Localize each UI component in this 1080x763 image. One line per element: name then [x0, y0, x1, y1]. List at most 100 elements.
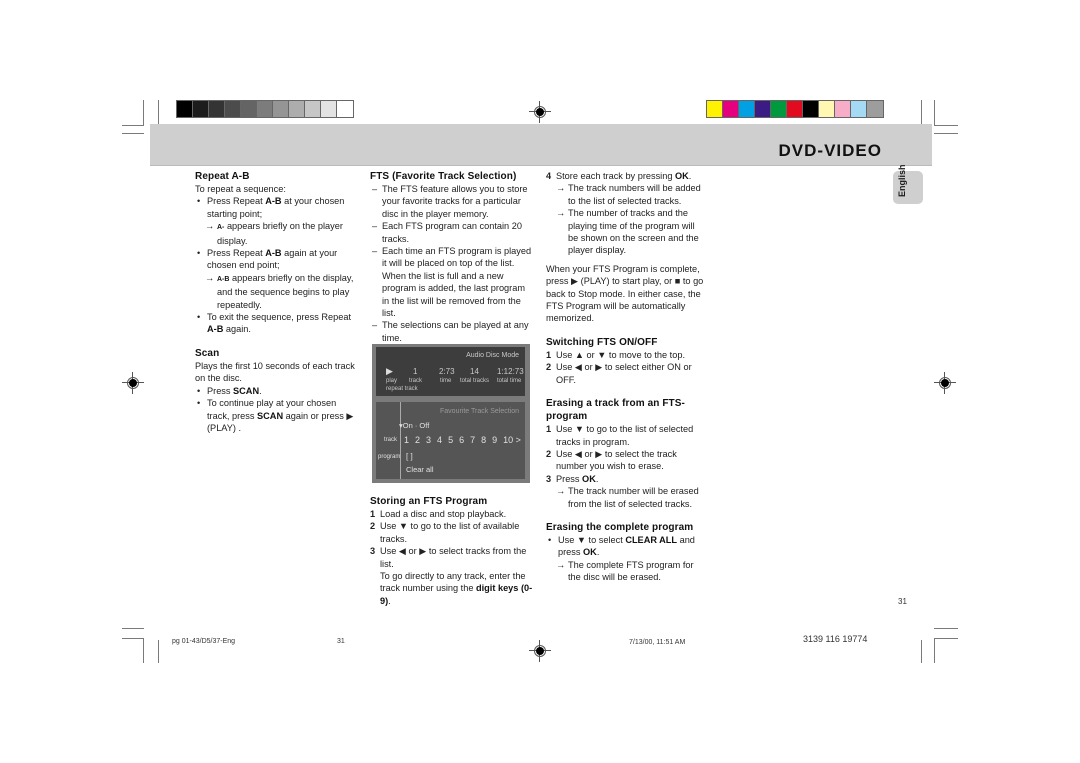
crop-mark: [122, 133, 144, 134]
gray-swatch: [289, 101, 305, 117]
track-number: 4: [437, 435, 443, 445]
storing-steps-list: 1 Load a disc and stop playback. 2 Use ▼ to…: [370, 508, 535, 570]
fts-heading: FTS (Favorite Track Selection): [370, 171, 517, 182]
switching-heading: Switching FTS ON/OFF: [546, 336, 658, 348]
repeat-step: • Press Repeat A-B again at your chosen e…: [197, 248, 338, 271]
repeat-result: → A-B appears briefly on the display, and…: [205, 272, 354, 310]
storing-step: 2 Use ▼ to go to the list of available tr…: [370, 521, 520, 544]
track-label: track: [409, 378, 423, 384]
switching-step: 2 Use ◀ or ▶ to select either ON or OFF.: [546, 362, 692, 385]
repeat-ab-heading: Repeat A-B: [195, 171, 250, 182]
color-swatch: [851, 101, 867, 117]
section-header-band: DVD-VIDEO: [150, 124, 932, 166]
track-number: 9: [492, 435, 498, 445]
erase-all-result: → The complete FTS program for the disc w…: [556, 559, 694, 583]
color-swatch: [867, 101, 883, 117]
gray-swatch: [337, 101, 353, 117]
crop-mark: [934, 638, 935, 663]
language-tab: English: [893, 164, 923, 204]
registration-mark-icon: [529, 101, 551, 123]
track-number: 10 >: [503, 435, 521, 445]
color-swatch: [755, 101, 771, 117]
total-time-value: 1:12:73: [497, 367, 524, 376]
gray-swatch: [241, 101, 257, 117]
gray-swatch: [321, 101, 337, 117]
fts-menu-heading: Favourite Track Selection: [440, 408, 519, 415]
step-4-results: → The track numbers will be added to the …: [546, 182, 706, 256]
track-number: 3: [426, 435, 432, 445]
color-swatch: [835, 101, 851, 117]
track-number: 1: [404, 435, 410, 445]
program-value: [ ]: [406, 452, 413, 461]
play-icon: ▶: [386, 366, 393, 376]
page-number: 31: [898, 597, 907, 606]
fts-feature-item: – Each time an FTS program is played it w…: [372, 246, 532, 319]
repeat-intro: To repeat a sequence:: [195, 184, 286, 194]
gray-swatch: [209, 101, 225, 117]
registration-mark-icon: [122, 372, 144, 394]
crop-mark: [122, 125, 144, 126]
footer-date: 7/13/00, 11:51 AM: [629, 639, 686, 646]
time-value: 2:73: [439, 367, 455, 376]
storing-step: 3 Use ◀ or ▶ to select tracks from the li…: [370, 546, 527, 569]
storing-heading: Storing an FTS Program: [370, 496, 488, 507]
fts-feature-item: – Each FTS program can contain 20 tracks.: [372, 221, 522, 244]
track-number: 6: [459, 435, 465, 445]
total-tracks-value: 14: [470, 367, 479, 376]
total-tracks-label: total tracks: [460, 378, 490, 384]
track-number-row: 1 2 3 4 5 6 7 8 9 10 >: [404, 435, 521, 445]
gray-swatch: [273, 101, 289, 117]
fts-menu-panel: Favourite Track Selection ▾On · Off trac…: [376, 402, 525, 479]
scan-step: • Press SCAN.: [197, 385, 262, 396]
repeat-result: → A- appears briefly on the player displa…: [205, 221, 343, 246]
track-number: 2: [415, 435, 421, 445]
storing-note: To go directly to any track, enter the t…: [380, 571, 533, 606]
fts-feature-item: – The selections can be played at any tim…: [372, 320, 529, 343]
repeat-step: • To exit the sequence, press Repeat A-B …: [197, 312, 352, 335]
on-off-label: On · Off: [402, 421, 430, 430]
section-title: DVD-VIDEO: [778, 141, 882, 160]
color-swatch: [787, 101, 803, 117]
language-label: English: [897, 164, 907, 197]
scan-heading: Scan: [195, 347, 220, 359]
gray-swatch: [193, 101, 209, 117]
erase-track-heading: Erasing a track from an FTS-program: [546, 398, 685, 423]
menu-divider: [400, 402, 401, 479]
erase-track-step: 3 Press OK.: [546, 473, 599, 484]
color-swatch: [739, 101, 755, 117]
crop-mark: [934, 628, 958, 629]
gray-swatch: [177, 101, 193, 117]
track-number: 7: [470, 435, 476, 445]
repeat-steps-list: • Press Repeat A-B at your chosen startin…: [195, 195, 355, 335]
erase-all-step: • Use ▼ to select CLEAR ALL and press OK.: [548, 534, 695, 558]
crop-mark: [122, 628, 144, 629]
crop-mark: [921, 640, 922, 663]
fts-feature-item: – The FTS feature allows you to store you…: [372, 184, 528, 219]
crop-mark: [158, 640, 159, 663]
repeat-step: • Press Repeat A-B at your chosen startin…: [197, 196, 345, 219]
crop-mark: [934, 638, 958, 639]
storing-section: Storing an FTS Program 1 Load a disc and …: [370, 495, 535, 607]
step-4: 4 Store each track by pressing OK.: [546, 171, 692, 181]
repeat-track-label: repeat track: [386, 386, 418, 392]
column-1: Repeat A-B To repeat a sequence: • Press …: [195, 170, 355, 434]
crop-mark: [921, 100, 922, 125]
scan-steps-list: • Press SCAN. • To continue play at your ch…: [195, 385, 355, 435]
track-number: 8: [481, 435, 487, 445]
erase-all-heading: Erasing the complete program: [546, 521, 694, 533]
switching-steps-list: 1 Use ▲ or ▼ to move to the top. 2 Use ◀ or…: [546, 349, 706, 386]
scan-step: • To continue play at your chosen track, …: [197, 398, 354, 433]
track-row-label: track: [384, 437, 398, 443]
erase-track-steps-list: 1 Use ▼ to go to the list of selected tra…: [546, 423, 706, 485]
track-number: 5: [448, 435, 454, 445]
storing-step: 1 Load a disc and stop playback.: [370, 509, 507, 519]
color-swatch: [819, 101, 835, 117]
column-3: 4 Store each track by pressing OK. → The t…: [546, 170, 706, 584]
disc-mode-label: Audio Disc Mode: [466, 352, 519, 359]
play-label: play: [386, 378, 398, 384]
program-row-label: program: [378, 454, 401, 460]
crop-mark: [143, 638, 144, 663]
disc-status-panel: Audio Disc Mode ▶ 1 2:73 14 1:12:73 play…: [376, 347, 525, 396]
erase-track-step: 1 Use ▼ to go to the list of selected tra…: [546, 424, 694, 447]
color-swatch: [771, 101, 787, 117]
